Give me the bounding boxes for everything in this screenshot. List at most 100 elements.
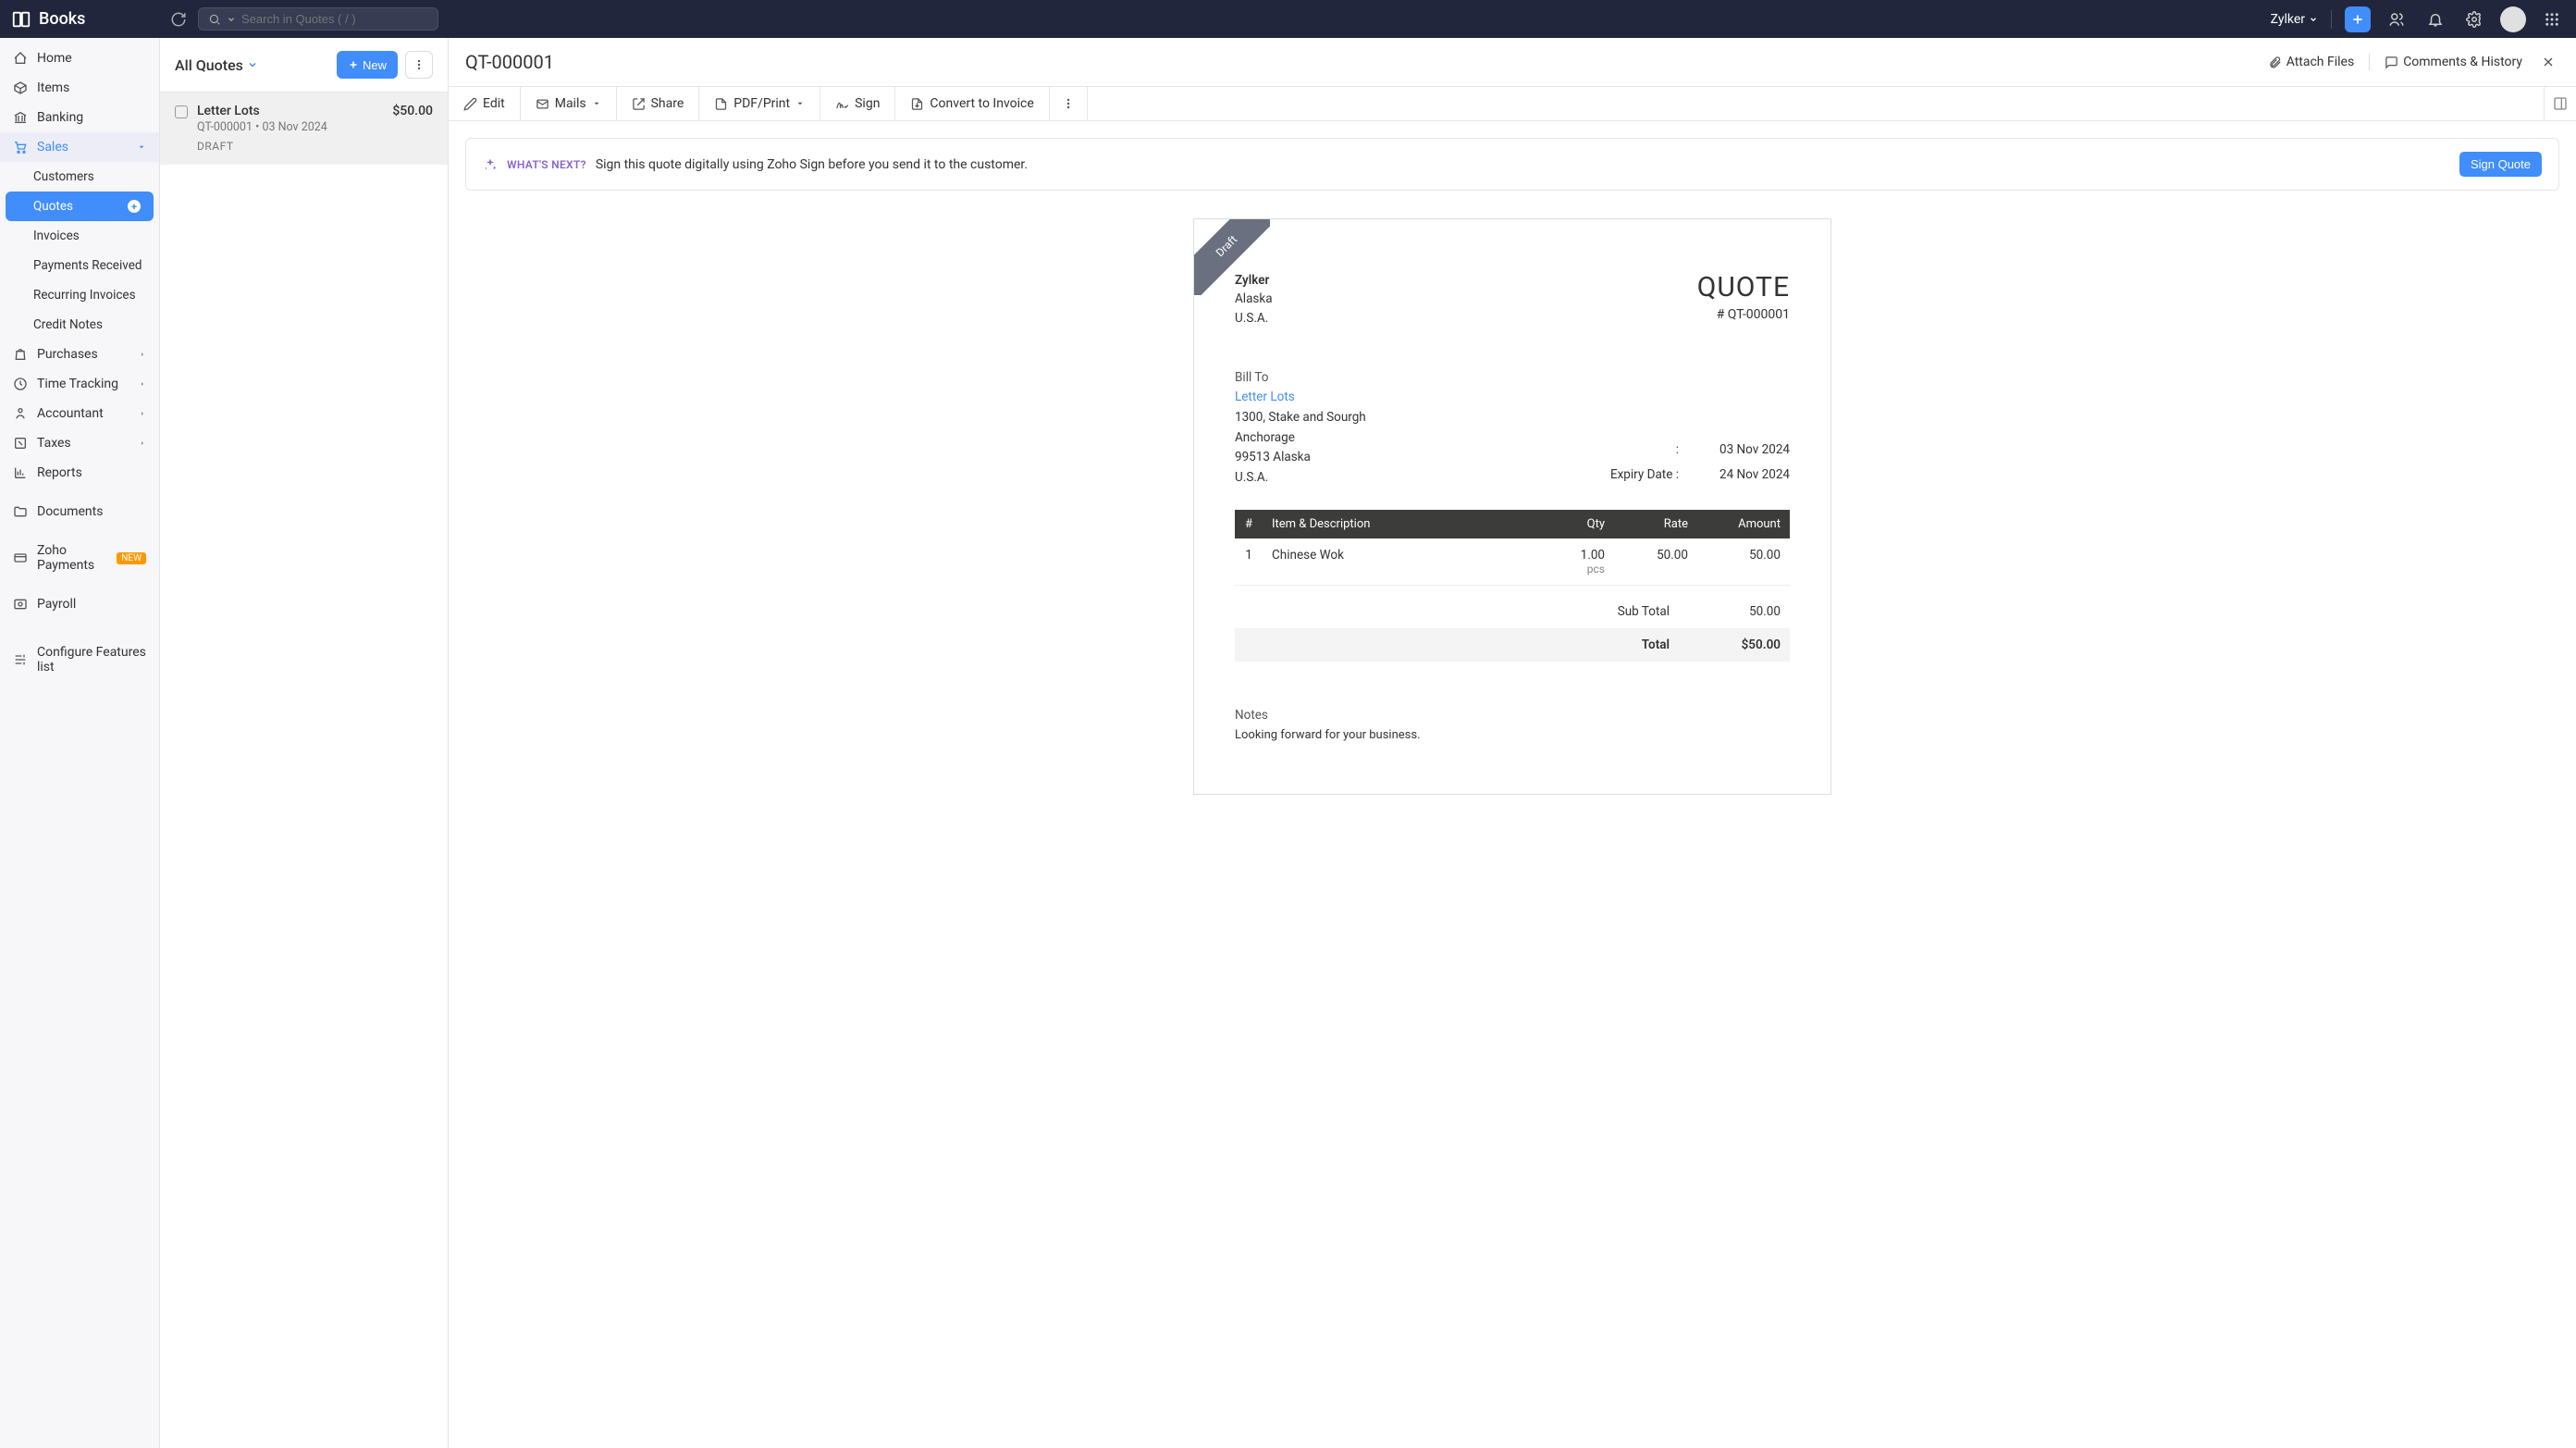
quote-document: Draft Zylker Alaska U.S.A. QUOTE # QT-00… (1193, 218, 1831, 795)
nav-invoices[interactable]: Invoices (0, 221, 159, 251)
taxes-icon (13, 436, 28, 451)
action-label: PDF/Print (733, 96, 790, 111)
comments-label: Comments & History (2403, 55, 2522, 69)
nav-taxes[interactable]: Taxes (0, 428, 159, 458)
nav-payroll[interactable]: Payroll (0, 589, 159, 619)
avatar[interactable] (2500, 6, 2526, 32)
payments-icon (13, 551, 28, 565)
expand-button[interactable] (2545, 87, 2576, 120)
expiry-date: 24 Nov 2024 (1697, 463, 1790, 488)
comments-history-button[interactable]: Comments & History (2385, 55, 2522, 69)
nav-label: Accountant (37, 406, 104, 421)
configure-icon (13, 652, 28, 667)
attach-files-button[interactable]: Attach Files (2268, 55, 2355, 69)
nav-sales[interactable]: Sales (0, 132, 159, 162)
org-switcher[interactable]: Zylker (2271, 12, 2318, 27)
bell-icon (2427, 11, 2444, 28)
item-qty: 1.00 pcs (1540, 538, 1614, 586)
quick-create-button[interactable] (2345, 6, 2371, 32)
notifications-button[interactable] (2422, 6, 2448, 32)
date-colon: : (1586, 438, 1679, 463)
nav-zoho-payments[interactable]: Zoho Payments NEW (0, 536, 159, 580)
document-number: # QT-000001 (1697, 307, 1790, 322)
signature-icon (835, 97, 849, 111)
convert-icon (910, 97, 924, 111)
edit-button[interactable]: Edit (449, 87, 521, 120)
document-type: QUOTE (1697, 271, 1790, 303)
total-label: Total (1559, 637, 1670, 652)
list-title-dropdown[interactable]: All Quotes (175, 56, 258, 74)
row-status: DRAFT (197, 140, 433, 153)
nav-home[interactable]: Home (0, 43, 159, 73)
nav-credit-notes[interactable]: Credit Notes (0, 310, 159, 340)
nav-label: Items (37, 80, 69, 95)
notes-text: Looking forward for your business. (1235, 728, 1790, 742)
add-quote-icon[interactable]: + (128, 200, 141, 213)
nav-items[interactable]: Items (0, 73, 159, 103)
nav-label: Zoho Payments (37, 543, 104, 573)
row-customer: Letter Lots (197, 104, 260, 118)
nav-label: Quotes (33, 199, 73, 214)
th-rate: Rate (1614, 510, 1697, 538)
new-quote-button[interactable]: New (337, 51, 398, 79)
more-actions-button[interactable] (1050, 87, 1088, 120)
app-name: Books (39, 9, 85, 29)
action-label: Mails (555, 96, 586, 111)
search-wrapper[interactable] (198, 7, 438, 31)
convert-invoice-button[interactable]: Convert to Invoice (895, 87, 1049, 120)
nav-payments-received[interactable]: Payments Received (0, 251, 159, 280)
whats-next-label: WHAT'S NEXT? (507, 158, 586, 171)
org-name: Zylker (2271, 12, 2305, 27)
new-button-label: New (363, 58, 387, 72)
nav-label: Home (37, 51, 72, 66)
refresh-icon[interactable] (170, 11, 187, 28)
close-detail-button[interactable] (2537, 51, 2559, 73)
nav-quotes[interactable]: Quotes + (6, 192, 154, 221)
more-vertical-icon (1061, 96, 1076, 111)
customer-addr1: 1300, Stake and Sourgh (1235, 408, 1366, 428)
item-amount: 50.00 (1697, 538, 1790, 586)
nav-configure[interactable]: Configure Features list (0, 637, 159, 682)
nav-label: Banking (37, 110, 83, 125)
detail-pane: QT-000001 Attach Files Comments & Histor… (449, 38, 2576, 1448)
document-icon (714, 97, 728, 111)
content-area: WHAT'S NEXT? Sign this quote digitally u… (449, 121, 2576, 811)
nav-banking[interactable]: Banking (0, 103, 159, 132)
nav-recurring-invoices[interactable]: Recurring Invoices (0, 280, 159, 310)
customer-zip: 99513 Alaska (1235, 448, 1366, 468)
caret-down-icon (137, 142, 146, 152)
apps-button[interactable] (2539, 6, 2565, 32)
items-table: # Item & Description Qty Rate Amount 1 C… (1235, 510, 1790, 586)
list-more-button[interactable] (405, 51, 433, 79)
search-input[interactable] (241, 12, 428, 26)
row-checkbox[interactable] (175, 105, 188, 118)
chart-icon (13, 465, 28, 480)
chevron-down-icon (2309, 15, 2318, 24)
nav-reports[interactable]: Reports (0, 458, 159, 488)
mail-icon (536, 97, 549, 111)
nav-purchases[interactable]: Purchases (0, 340, 159, 369)
share-button[interactable]: Share (617, 87, 700, 120)
nav-accountant[interactable]: Accountant (0, 399, 159, 428)
sign-quote-button[interactable]: Sign Quote (2459, 152, 2542, 177)
payroll-icon (13, 597, 28, 612)
mails-button[interactable]: Mails (521, 87, 617, 120)
quote-list-pane: All Quotes New Letter Lots $50.0 (160, 38, 449, 1448)
nav-customers[interactable]: Customers (0, 162, 159, 192)
app-logo[interactable]: Books (11, 9, 159, 30)
row-date: 03 Nov 2024 (262, 120, 327, 134)
nav-label: Payments Received (33, 258, 142, 273)
nav-documents[interactable]: Documents (0, 497, 159, 526)
pdf-print-button[interactable]: PDF/Print (699, 87, 820, 120)
sign-button[interactable]: Sign (820, 87, 895, 120)
settings-button[interactable] (2461, 6, 2487, 32)
gear-icon (2466, 11, 2483, 28)
quote-list-row[interactable]: Letter Lots $50.00 QT-000001 • 03 Nov 20… (160, 93, 448, 165)
customer-name-link[interactable]: Letter Lots (1235, 388, 1366, 408)
billto-label: Bill To (1235, 368, 1366, 389)
cart-icon (13, 140, 28, 155)
chevron-down-icon[interactable] (227, 15, 236, 24)
row-amount: $50.00 (392, 104, 433, 118)
users-button[interactable] (2384, 6, 2410, 32)
nav-time-tracking[interactable]: Time Tracking (0, 369, 159, 399)
